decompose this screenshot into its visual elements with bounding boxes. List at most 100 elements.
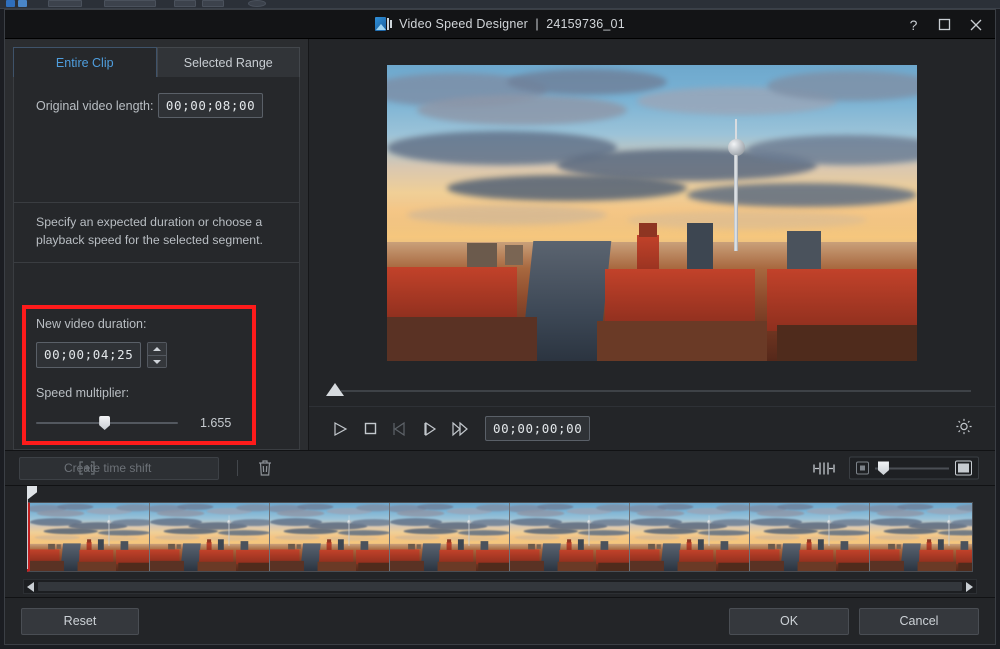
ok-button[interactable]: OK [729,607,849,635]
help-label: ? [909,16,918,33]
small-square-icon[interactable] [856,461,869,475]
trash-icon[interactable] [254,457,276,479]
frame-image [270,503,389,571]
video-speed-designer-icon [375,17,393,31]
window-title-app: Video Speed Designer [399,17,529,31]
preview-panel: 00;00;00;00 [309,39,995,450]
tab-entire-clip[interactable]: Entire Clip [13,47,157,78]
fit-to-window-icon[interactable] [813,461,835,475]
tab-selected-range-label: Selected Range [183,55,273,70]
new-duration-section: New video duration: 00;00;04;25 Speed mu… [36,317,246,430]
timeline-frame-thumbnail[interactable] [150,503,270,571]
scroll-right-arrow-icon[interactable] [966,581,973,592]
speed-multiplier-label: Speed multiplier: [36,386,130,400]
scrubber-handle[interactable] [326,383,344,396]
transport-controls: 00;00;00;00 [309,406,995,450]
cancel-label: Cancel [899,614,939,628]
large-square-icon[interactable] [955,460,972,476]
timeline-frame-thumbnail[interactable] [30,503,150,571]
background-application-strip [0,0,1000,9]
create-time-shift-button[interactable]: Create time shift [19,456,219,480]
divider-2 [14,262,299,263]
current-timecode[interactable]: 00;00;00;00 [485,416,591,441]
speed-multiplier-value: 1.655 [200,416,232,430]
zoom-slider-handle[interactable] [877,461,889,475]
background-toolbar-button-3 [174,0,196,7]
scrollbar-thumb[interactable] [38,582,962,591]
cancel-button[interactable]: Cancel [859,607,979,635]
background-toolbar-knob [248,0,266,7]
scrubber-track [341,390,971,392]
video-speed-designer-window: Video Speed Designer | 24159736_01 ? Ent… [4,9,996,645]
ok-label: OK [779,614,799,628]
previous-frame-button[interactable] [385,414,415,444]
stepper-buttons [147,342,168,368]
timeline-panel: Create time shift [5,450,995,597]
new-duration-label: New video duration: [36,317,147,331]
background-toolbar-button-4 [202,0,224,7]
play-button[interactable] [325,414,355,444]
speed-slider-handle[interactable] [99,416,111,430]
original-length-value: 00;00;08;00 [157,93,264,118]
fast-forward-button[interactable] [445,414,475,444]
preview-scrubber[interactable] [309,374,995,406]
background-toolbar-button-2 [104,0,156,7]
window-controls: ? [898,10,991,39]
spinner-down-arrow-icon[interactable] [148,355,167,367]
background-app-icon-2 [18,0,27,7]
reset-label: Reset [63,614,97,628]
tab-bar: Entire Clip Selected Range [13,47,300,78]
window-title-separator: | [535,17,539,31]
tab-entire-clip-label: Entire Clip [55,55,114,70]
timeline-zoom-group [813,456,979,480]
gear-icon[interactable] [955,417,973,440]
divider-1 [14,202,299,203]
frame-image [750,503,869,571]
frame-image [30,503,149,571]
timeline-playhead[interactable] [27,486,37,569]
frame-image [870,503,972,571]
timeline-frame-thumbnail[interactable] [750,503,870,571]
timeline-clip-filmstrip[interactable] [27,502,973,572]
background-app-icon [6,0,15,7]
video-preview-stage [309,39,995,374]
frame-image [390,503,509,571]
stop-button[interactable] [355,414,385,444]
next-frame-button[interactable] [415,414,445,444]
spinner-up-arrow-icon[interactable] [148,343,167,355]
timeline-frame-thumbnail[interactable] [390,503,510,571]
title-group: Video Speed Designer | 24159736_01 [375,17,625,31]
speed-multiplier-slider[interactable] [36,416,178,430]
tab-selected-range[interactable]: Selected Range [156,47,300,78]
frame-image [150,503,269,571]
timeline-toolbar: Create time shift [5,451,995,486]
zoom-slider-track-wrap[interactable] [875,461,949,475]
timeline-frame-thumbnail[interactable] [870,503,972,571]
reset-button[interactable]: Reset [21,607,139,635]
timeline-frame-thumbnail[interactable] [270,503,390,571]
speed-multiplier-row: 1.655 [36,416,246,430]
dialog-footer: Reset OK Cancel [5,597,995,644]
frame-image [510,503,629,571]
video-preview-image [387,64,917,361]
settings-panel: Entire Clip Selected Range Original vide… [5,39,309,450]
timeline-frame-thumbnail[interactable] [510,503,630,571]
original-length-section: Original video length: 00;00;08;00 [14,77,299,118]
timeline-frame-thumbnail[interactable] [630,503,750,571]
toolbar-separator [237,460,238,476]
timeline-zoom-slider[interactable] [849,456,979,480]
help-question-icon[interactable]: ? [898,10,929,39]
original-length-label: Original video length: [36,99,154,113]
title-bar: Video Speed Designer | 24159736_01 ? [5,10,995,39]
frame-image [630,503,749,571]
background-toolbar-button [48,0,82,7]
new-duration-input[interactable]: 00;00;04;25 [36,342,142,368]
timeline-track-area[interactable] [5,486,995,597]
close-icon[interactable] [960,10,991,39]
maximize-icon[interactable] [929,10,960,39]
scroll-left-arrow-icon[interactable] [27,581,34,592]
add-bracket-plus-icon [78,461,96,475]
tab-content-panel: Original video length: 00;00;08;00 Speci… [13,77,300,450]
timeline-scrollbar[interactable] [23,579,977,594]
description-text: Specify an expected duration or choose a… [36,215,263,247]
